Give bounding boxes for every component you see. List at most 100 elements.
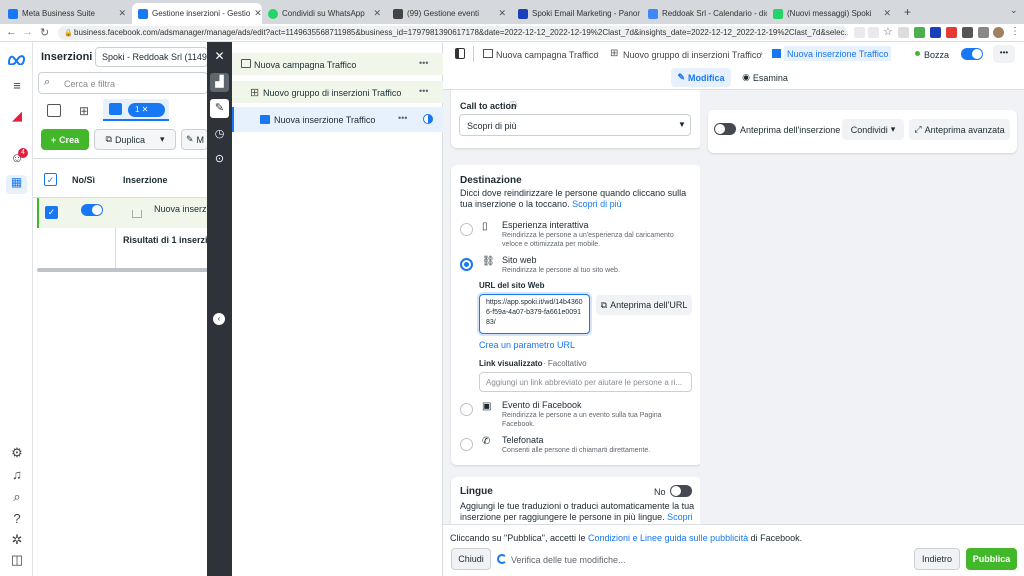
browser-tab-bar: Meta Business Suite ✕ Gestione inserzion… <box>0 0 1024 24</box>
radio-fb-event[interactable] <box>460 403 473 416</box>
extension-icon[interactable] <box>930 27 941 38</box>
collapse-icon[interactable]: ‹ <box>213 313 225 325</box>
bug-icon[interactable]: ✲ <box>8 532 26 548</box>
extension-icon[interactable] <box>914 27 925 38</box>
puzzle-icon[interactable] <box>962 27 973 38</box>
new-tab-icon[interactable]: + <box>904 5 911 19</box>
breadcrumb-adset[interactable]: Nuovo gruppo di inserzioni Traffico <box>623 50 761 60</box>
extension-icon[interactable] <box>898 27 909 38</box>
tab-list-icon[interactable]: ⌄ <box>1010 5 1018 16</box>
menu-icon[interactable]: ⋮ <box>1010 26 1020 37</box>
preview-toggle[interactable] <box>714 123 736 135</box>
tree-campaign[interactable]: Nuova campagna Traffico ••• <box>232 53 443 75</box>
tab-edit-label: Modifica <box>688 72 725 83</box>
sidebar-icon[interactable] <box>978 27 989 38</box>
pencil-icon: ✎ <box>186 134 194 144</box>
bell-icon[interactable]: ♫ <box>8 467 26 482</box>
close-icon[interactable]: ✕ <box>210 47 229 66</box>
account-selector[interactable]: Spoki - Reddoak Srl (114963 <box>95 47 208 67</box>
pencil-icon[interactable]: ✎ <box>210 99 229 118</box>
url-preview-button[interactable]: ⧉ Anteprima dell'URL <box>596 295 692 315</box>
bookmark-icon[interactable]: ☆ <box>883 25 893 38</box>
browser-tab[interactable]: Reddoak Srl - Calendario - dic ✕ <box>642 3 767 24</box>
duplicate-button[interactable]: ⧉ Duplica ▾ <box>94 129 176 150</box>
folder-icon[interactable] <box>47 104 61 117</box>
share-icon[interactable] <box>868 27 879 38</box>
url-field[interactable]: business.facebook.com/adsmanager/manage/… <box>58 26 848 40</box>
row-checkbox[interactable]: ✓ <box>45 206 58 219</box>
reload-icon[interactable]: ↻ <box>40 26 49 39</box>
close-button[interactable]: Chiudi <box>451 548 491 570</box>
phone-call-icon: ✆ <box>482 436 491 447</box>
share-label: Condividi <box>850 124 888 135</box>
eye-icon: ◉ <box>742 72 750 82</box>
close-icon[interactable]: ✕ <box>118 8 126 19</box>
radio-instant-experience[interactable] <box>460 223 473 236</box>
more-icon[interactable]: ••• <box>419 86 428 96</box>
terms-link[interactable]: Condizioni e Linee guida sulle pubblicit… <box>588 533 748 543</box>
meta-logo-icon[interactable] <box>7 54 26 65</box>
profile-avatar[interactable] <box>993 27 1004 38</box>
browser-tab[interactable]: (99) Gestione eventi ✕ <box>387 3 512 24</box>
inspect-icon[interactable]: ⊙ <box>210 150 229 169</box>
browser-tab[interactable]: Meta Business Suite ✕ <box>2 3 132 24</box>
extension-icon[interactable] <box>946 27 957 38</box>
table-icon[interactable]: ▦ <box>6 175 27 194</box>
forward-icon[interactable]: → <box>22 26 33 38</box>
browser-tab[interactable]: (Nuovi messaggi) Spoki ✕ <box>767 3 897 24</box>
row-toggle[interactable] <box>81 204 103 216</box>
tab-review[interactable]: ◉ Esamina <box>739 68 791 87</box>
zoom-icon[interactable] <box>854 27 865 38</box>
close-icon[interactable]: ✕ <box>373 8 381 19</box>
select-all-checkbox[interactable]: ✓ <box>44 173 57 186</box>
tab-edit[interactable]: ✎ Modifica <box>671 68 731 87</box>
horizontal-scrollbar[interactable] <box>37 268 208 272</box>
browser-tab[interactable]: Spoki Email Marketing - Panor ✕ <box>512 3 642 24</box>
tab-title: Meta Business Suite <box>22 9 95 18</box>
ad-toggle[interactable] <box>961 48 983 60</box>
help-icon[interactable]: ? <box>8 511 26 526</box>
breadcrumb-campaign[interactable]: Nuova campagna Traffico <box>496 50 598 60</box>
panel-icon[interactable]: ◫ <box>8 552 26 568</box>
learn-more-link[interactable]: Scopri di più <box>572 199 622 209</box>
settings-icon[interactable]: ⚙ <box>8 445 26 461</box>
display-link-input[interactable]: Aggiungi un link abbreviato per aiutare … <box>479 372 692 392</box>
search-input[interactable]: ⌕ Cerca e filtra <box>38 72 208 94</box>
advanced-preview-button[interactable]: ⤢ Anteprima avanzata <box>909 119 1010 140</box>
close-icon[interactable]: ✕ <box>498 8 506 19</box>
close-icon[interactable]: ✕ <box>254 8 262 19</box>
url-param-link[interactable]: Crea un parametro URL <box>479 340 575 350</box>
more-options-button[interactable]: ••• <box>993 45 1015 63</box>
browser-tab-active[interactable]: Gestione inserzioni - Gestio ✕ <box>132 3 262 24</box>
ads-icon[interactable]: ◢ <box>8 108 26 124</box>
hamburger-icon[interactable]: ≡ <box>8 78 26 93</box>
tree-ad[interactable]: Nuova inserzione Traffico ••• <box>232 107 443 132</box>
cta-select[interactable]: Scopri di più ▼ <box>459 114 691 136</box>
grid-icon[interactable]: ⊞ <box>79 104 89 118</box>
edit-button[interactable]: ✎ M <box>181 129 208 150</box>
share-button[interactable]: Condividi ▾ <box>842 119 904 140</box>
row-name[interactable]: Nuova inserzio <box>154 204 214 214</box>
radio-website[interactable] <box>460 258 473 271</box>
publish-button[interactable]: Pubblica <box>966 548 1017 570</box>
search-icon[interactable]: ⌕ <box>8 489 26 505</box>
back-icon[interactable]: ← <box>6 26 17 38</box>
toggle-panel-icon[interactable] <box>455 48 465 59</box>
tree-adset[interactable]: ⊞ Nuovo gruppo di inserzioni Traffico ••… <box>232 81 443 103</box>
selected-count-chip[interactable]: 1 ✕ <box>128 103 165 117</box>
table-row[interactable]: ✓ Nuova inserzio <box>37 198 214 228</box>
radio-phone-call[interactable] <box>460 438 473 451</box>
tab-ads[interactable]: 1 ✕ <box>103 99 169 121</box>
browser-tab[interactable]: Condividi su WhatsApp ✕ <box>262 3 387 24</box>
more-icon[interactable]: ••• <box>398 113 407 123</box>
url-input[interactable]: https://app.spoki.it/wd/14b43606-f59a-4a… <box>479 294 590 334</box>
back-button[interactable]: Indietro <box>914 548 960 570</box>
chart-icon[interactable]: ▟ <box>210 73 229 92</box>
create-button[interactable]: + Crea <box>41 129 89 150</box>
history-icon[interactable]: ◷ <box>210 125 229 144</box>
more-icon[interactable]: ••• <box>419 58 428 68</box>
languages-toggle[interactable] <box>670 485 692 497</box>
page-title: Inserzioni <box>41 51 93 63</box>
breadcrumb-ad[interactable]: Nuova inserzione Traffico <box>784 46 892 61</box>
close-icon[interactable]: ✕ <box>883 8 891 19</box>
